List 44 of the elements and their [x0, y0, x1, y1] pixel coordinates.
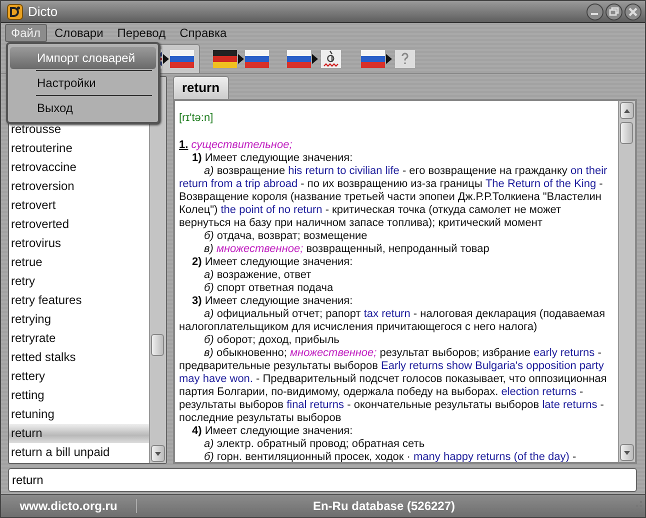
window-title: Dicto — [28, 4, 59, 19]
word-list-item[interactable]: retted stalks — [9, 348, 149, 367]
menu-item[interactable]: Перевод — [111, 24, 172, 42]
word-list-item[interactable]: retry features — [9, 291, 149, 310]
menu-item[interactable]: Настройки — [10, 72, 156, 94]
sense-heading: 4) Имеет следующие значения: — [191, 425, 354, 438]
definition-text: в) обыкновенно; множественное; результат выборов; избрание early returns - предварительные результаты выборов Early returns show Bulgaria's opposition party may have won. - Предварительный подсчет голосов показывает, что оппозиционная партия Болгарии, по-видимому, одержала победу на выборах. election returns - результаты выборов final returns - окончательные результаты выборов late returns - последние результаты выборов — [179, 347, 608, 425]
website-link[interactable]: www.dicto.org.ru — [1, 499, 137, 513]
definition-text: а) официальный отчет; рапорт tax return - налоговая декларация (подаваемая налогоплательщиком для исчисления причитающегося с него налога) — [179, 308, 606, 334]
word-list-item[interactable]: retrue — [9, 253, 149, 272]
word-list-item[interactable]: retrying — [9, 310, 149, 329]
word-list-item[interactable]: retry — [9, 272, 149, 291]
search-field[interactable]: return — [8, 468, 637, 492]
article-tab[interactable]: return — [173, 76, 229, 99]
definition-text: б) спорт ответная подача — [203, 282, 334, 295]
word-list-item[interactable]: retryrate — [9, 329, 149, 348]
word-list-item[interactable]: retrovaccine — [9, 158, 149, 177]
definition-text: в) множественное; возвращенный, непроданный товар — [203, 243, 490, 256]
definition-text: б) отдача, возврат; возмещение — [203, 230, 368, 243]
word-list-item[interactable]: retrovert — [9, 196, 149, 215]
sense-heading: 3) Имеет следующие значения: — [191, 295, 354, 308]
word-list-item[interactable]: return a bill unpaid — [9, 443, 149, 462]
word-list-item[interactable]: retting — [9, 386, 149, 405]
transcription: [rɪ'tə:n] — [179, 112, 214, 125]
part-of-speech: 1. существительное; — [179, 139, 294, 152]
menu-item[interactable]: Выход — [10, 97, 156, 119]
database-info: En-Ru database (526227) — [312, 499, 456, 513]
word-list-item[interactable]: retrousse — [9, 120, 149, 139]
definition-text: б) горн. вентиляционный просек, ходок · many happy returns (of the day) - — [203, 451, 578, 462]
word-list-item[interactable]: retrovirus — [9, 234, 149, 253]
sense-heading: 1) Имеет следующие значения: — [191, 152, 354, 165]
sense-heading: 2) Имеет следующие значения: — [191, 256, 354, 269]
word-list-item[interactable]: retrouterine — [9, 139, 149, 158]
menu-item[interactable]: Словари — [48, 24, 110, 42]
word-list-item[interactable]: rettery — [9, 367, 149, 386]
menu-item[interactable]: Справка — [174, 24, 233, 42]
definition-text: а) возражение, ответ — [203, 269, 312, 282]
word-list-item[interactable]: retuning — [9, 405, 149, 424]
menu-item[interactable]: Импорт словарей — [10, 47, 156, 69]
word-list-item[interactable]: return — [9, 424, 149, 443]
definition-text: а) электр. обратный провод; обратная сеть — [203, 438, 426, 451]
word-list-item[interactable]: retroverted — [9, 215, 149, 234]
word-list-item[interactable]: retroversion — [9, 177, 149, 196]
definition-text: б) оборот; доход, прибыль — [203, 334, 340, 347]
